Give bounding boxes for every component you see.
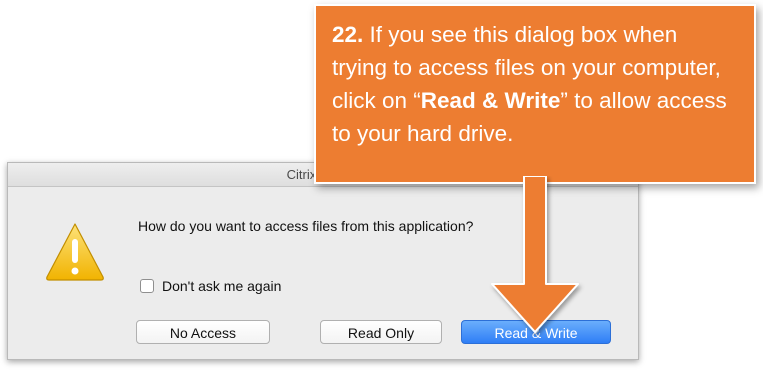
dialog-message: How do you want to access files from thi… xyxy=(138,218,474,234)
step-number: 22. xyxy=(332,22,364,47)
pointer-arrow-icon xyxy=(491,176,579,333)
warning-icon xyxy=(46,223,104,281)
dont-ask-again-label[interactable]: Don't ask me again xyxy=(162,278,281,294)
read-only-button[interactable]: Read Only xyxy=(320,320,442,344)
no-access-button[interactable]: No Access xyxy=(136,320,270,344)
instruction-callout: 22. If you see this dialog box when tryi… xyxy=(314,4,756,184)
dont-ask-again-row[interactable]: Don't ask me again xyxy=(140,278,281,294)
dont-ask-again-checkbox[interactable] xyxy=(140,279,154,293)
callout-highlight: Read & Write xyxy=(420,88,561,113)
